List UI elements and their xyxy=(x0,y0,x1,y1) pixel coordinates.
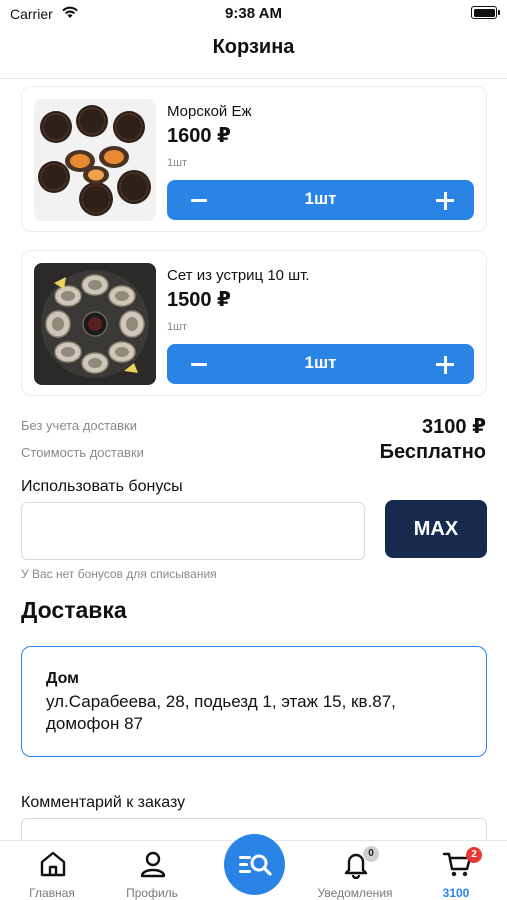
home-icon xyxy=(40,851,66,877)
tab-notifications[interactable]: 0 Уведомления xyxy=(305,841,405,900)
tab-notifications-label: Уведомления xyxy=(317,886,393,900)
clock: 9:38 AM xyxy=(225,5,282,22)
tab-profile-label: Профиль xyxy=(126,886,178,900)
notifications-badge: 0 xyxy=(363,846,379,862)
decrease-quantity-button[interactable] xyxy=(167,344,227,384)
bonus-note: У Вас нет бонусов для списывания xyxy=(21,567,217,581)
subtotal-label: Без учета доставки xyxy=(21,418,137,433)
tab-home-label: Главная xyxy=(29,886,75,900)
decrease-quantity-button[interactable] xyxy=(167,180,227,220)
product-image-sea-urchin[interactable] xyxy=(34,99,156,221)
product-unit: 1шт xyxy=(167,157,187,169)
increase-quantity-button[interactable] xyxy=(414,180,474,220)
cart-item-card: Сет из устриц 10 шт. 1500 ₽ 1шт 1шт xyxy=(21,250,487,396)
tab-cart-label: 3100 xyxy=(442,886,470,900)
delivery-section-title: Доставка xyxy=(21,597,127,623)
product-name: Морской Еж xyxy=(167,103,252,120)
cart-badge: 2 xyxy=(466,847,482,863)
tab-profile[interactable]: Профиль xyxy=(102,841,202,900)
delivery-cost-label: Стоимость доставки xyxy=(21,445,144,460)
delivery-cost-value: Бесплатно xyxy=(379,441,486,463)
status-bar: Carrier 9:38 AM xyxy=(0,0,507,28)
center-catalog-button[interactable] xyxy=(224,834,285,895)
max-bonus-button[interactable]: MAX xyxy=(385,500,487,558)
page-title: Корзина xyxy=(212,36,295,58)
product-unit: 1шт xyxy=(167,321,187,333)
battery-icon xyxy=(471,6,500,19)
increase-quantity-button[interactable] xyxy=(414,344,474,384)
product-name: Сет из устриц 10 шт. xyxy=(167,267,310,284)
address-card[interactable]: Дом ул.Сарабеева, 28, подьезд 1, этаж 15… xyxy=(21,646,487,757)
tab-home[interactable]: Главная xyxy=(2,841,102,900)
address-text: ул.Сарабеева, 28, подьезд 1, этаж 15, кв… xyxy=(46,692,396,733)
cart-item-card: Морской Еж 1600 ₽ 1шт 1шт xyxy=(21,86,487,232)
address-name: Дом xyxy=(46,670,79,687)
bonus-title: Использовать бонусы xyxy=(21,478,183,495)
product-price: 1600 ₽ xyxy=(167,125,231,147)
comment-label: Комментарий к заказу xyxy=(21,794,186,811)
tab-cart[interactable]: 2 3100 xyxy=(406,841,506,900)
quantity-value: 1шт xyxy=(304,353,337,372)
search-menu-icon xyxy=(239,854,272,876)
nav-divider xyxy=(0,78,507,79)
product-price: 1500 ₽ xyxy=(167,289,231,311)
product-image-oyster-set[interactable] xyxy=(34,263,156,385)
user-icon xyxy=(140,851,166,878)
quantity-value: 1шт xyxy=(304,189,337,208)
quantity-stepper: 1шт xyxy=(167,344,474,384)
subtotal-value: 3100 ₽ xyxy=(422,416,486,438)
bonus-input[interactable] xyxy=(21,502,365,560)
quantity-stepper: 1шт xyxy=(167,180,474,220)
